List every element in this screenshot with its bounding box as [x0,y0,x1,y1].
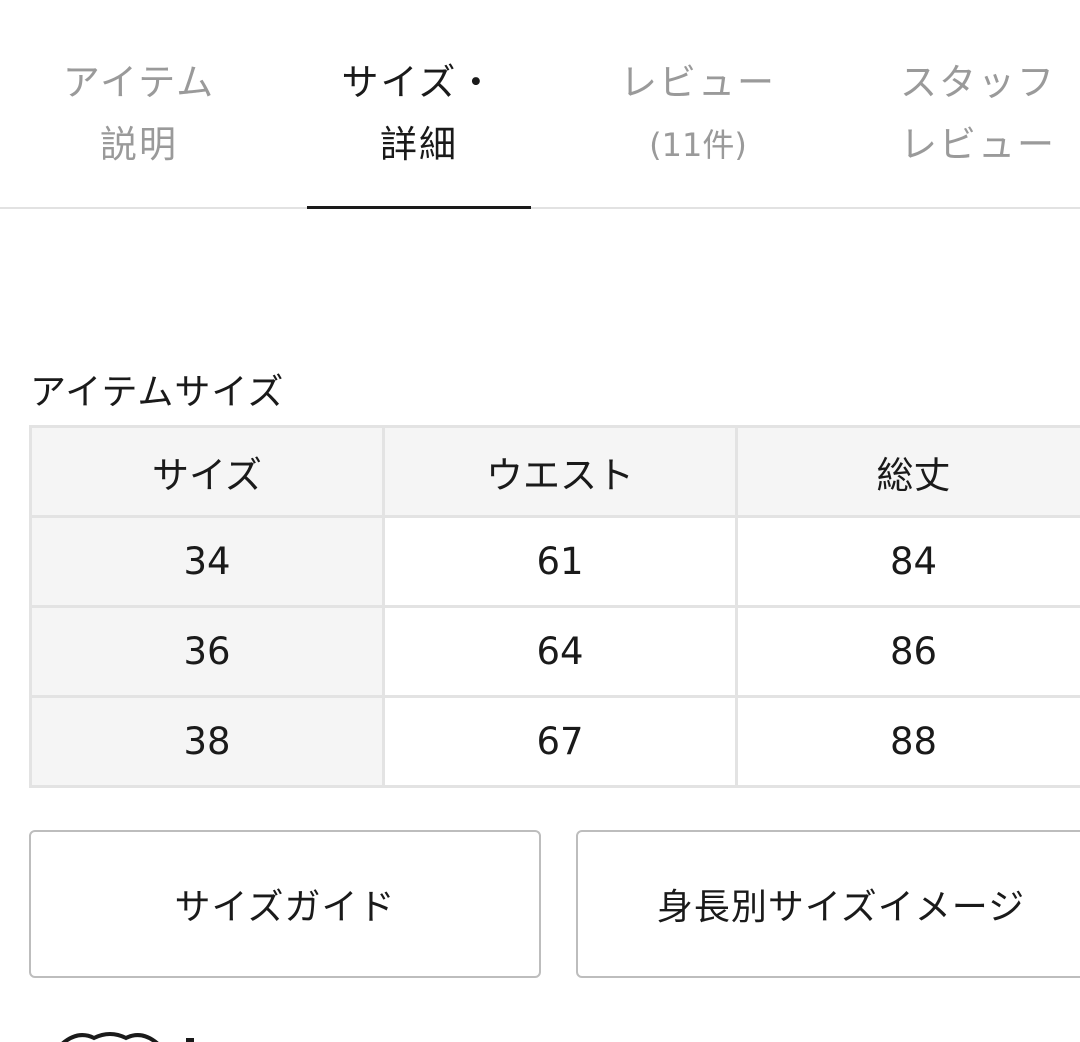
height-size-image-label: 身長別サイズイメージ [656,887,1026,928]
tab-label-sub: レビュー [900,123,1056,166]
column-header-total-length: 総丈 [735,425,1080,518]
size-table: サイズ ウエスト 総丈 34 61 84 36 64 86 38 67 88 [29,425,1080,788]
length-cell: 88 [735,695,1080,788]
table-row: 36 64 86 [29,605,1080,698]
brand-logo-icon [58,1030,208,1042]
column-header-waist: ウエスト [382,425,738,518]
tab-item-description[interactable]: アイテム 説明 [27,52,251,176]
size-guide-label: サイズガイド [174,887,396,928]
table-header-row: サイズ ウエスト 総丈 [29,425,1080,518]
tab-reviews[interactable]: レビュー (11件) [586,52,810,176]
column-header-size: サイズ [29,425,385,518]
size-cell: 36 [29,605,385,698]
tab-label-sub: 詳細 [380,123,458,166]
size-cell: 34 [29,515,385,608]
size-cell: 38 [29,695,385,788]
tab-size-details[interactable]: サイズ・ 詳細 [307,52,531,176]
size-guide-button[interactable]: サイズガイド [29,830,541,978]
table-row: 38 67 88 [29,695,1080,788]
tab-label: レビュー [620,61,776,104]
tab-label: アイテム [62,61,216,104]
tab-label: サイズ・ [341,61,497,104]
tab-bar: アイテム 説明 サイズ・ 詳細 レビュー (11件) スタッフ レビュー [0,0,1080,209]
height-size-image-button[interactable]: 身長別サイズイメージ [576,830,1080,978]
length-cell: 86 [735,605,1080,698]
active-tab-indicator [307,206,531,209]
tab-label-sub: 説明 [100,123,178,166]
tab-label: スタッフ [900,61,1056,104]
length-cell: 84 [735,515,1080,608]
table-row: 34 61 84 [29,515,1080,608]
waist-cell: 67 [382,695,738,788]
waist-cell: 61 [382,515,738,608]
waist-cell: 64 [382,605,738,698]
tab-staff-reviews[interactable]: スタッフ レビュー [866,52,1080,176]
section-title: アイテムサイズ [30,372,285,413]
tab-review-count: (11件) [649,126,747,164]
